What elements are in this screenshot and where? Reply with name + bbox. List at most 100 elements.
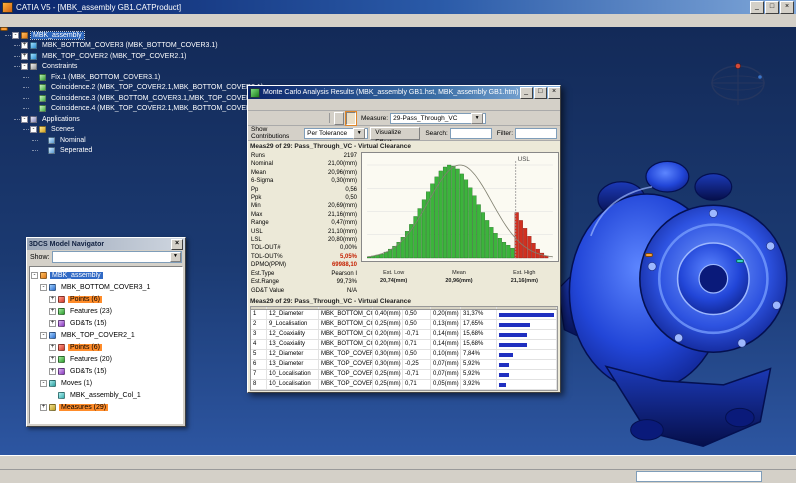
table-row[interactable]: 5 12_Diameter MBK_TOP_COVER2_ 0,30(mm) 0… — [251, 350, 557, 360]
show-mc-button[interactable] — [334, 112, 344, 125]
zoom-in-icon[interactable] — [64, 457, 77, 469]
column-header[interactable] — [461, 307, 497, 309]
column-header[interactable] — [403, 307, 431, 309]
pass-through-tag[interactable] — [736, 259, 744, 263]
dialog-close-button[interactable]: × — [548, 87, 560, 99]
tree-item[interactable]: Coincidence.4 (MBK_TOP_COVER2.1,MBK_BOTT… — [4, 104, 265, 115]
tree-expander-icon[interactable]: - — [21, 116, 28, 123]
tree-expander-icon[interactable]: - — [12, 32, 19, 39]
chevron-down-icon[interactable]: ▼ — [471, 113, 483, 124]
multi-view-icon[interactable] — [109, 457, 122, 469]
wireframe-icon[interactable] — [154, 457, 167, 469]
tree-expander-icon[interactable]: + — [40, 404, 47, 411]
table-row[interactable]: 4 13_Coaxiality MBK_BOTTOM_COVE 0,20(mm)… — [251, 340, 557, 350]
tree-item[interactable]: + MBK_BOTTOM_COVER3 (MBK_BOTTOM_COVER3.1… — [4, 41, 265, 52]
snap-icon[interactable] — [229, 457, 242, 469]
navigator-tree-item[interactable]: + Points (6) — [30, 293, 182, 305]
tree-expander-icon[interactable]: - — [40, 332, 47, 339]
view-compass[interactable] — [700, 57, 770, 112]
tree-expander-icon[interactable]: + — [49, 344, 56, 351]
fly-mode-icon[interactable] — [4, 457, 17, 469]
column-header[interactable] — [319, 307, 373, 309]
chevron-down-icon[interactable]: ▼ — [170, 252, 181, 262]
prev-doc-icon[interactable] — [4, 471, 17, 483]
navigator-tree-item[interactable]: + Points (6) — [30, 341, 182, 353]
tree-item[interactable]: Fix.1 (MBK_BOTTOM_COVER3.1) — [4, 72, 265, 83]
table-row[interactable]: 8 10_Localisation MBK_TOP_COVER2_ 0,25(m… — [251, 380, 557, 390]
tree-expander-icon[interactable]: - — [40, 380, 47, 387]
visualize-effect-button[interactable]: Visualize Effect — [370, 127, 420, 140]
grid-icon[interactable] — [259, 457, 272, 469]
nav-last-icon[interactable] — [311, 112, 325, 125]
chevron-down-icon[interactable]: ▼ — [353, 128, 365, 139]
column-header[interactable] — [431, 307, 461, 309]
rotate-icon[interactable] — [49, 457, 62, 469]
table-row[interactable]: 1 12_Diameter MBK_BOTTOM_COVE 0,40(mm) 0… — [251, 310, 557, 320]
next-doc-icon[interactable] — [19, 471, 32, 483]
nav-first-icon[interactable] — [266, 112, 280, 125]
tree-item[interactable]: + MBK_TOP_COVER2 (MBK_TOP_COVER2.1) — [4, 51, 265, 62]
navigator-tree-item[interactable]: + Measures (29) — [30, 401, 182, 413]
control-tag[interactable] — [645, 253, 653, 257]
navigator-tree-item[interactable]: MBK_assembly_Col_1 — [30, 389, 182, 401]
column-header[interactable] — [251, 307, 267, 309]
column-header[interactable] — [373, 307, 403, 309]
3d-model-pump-assembly[interactable] — [550, 122, 795, 456]
power-input-field[interactable] — [636, 471, 762, 482]
quick-view-icon[interactable] — [124, 457, 137, 469]
tree-expander-icon[interactable]: - — [40, 284, 47, 291]
table-row[interactable]: 2 9_Localisation MBK_BOTTOM_COVE 0,25(mm… — [251, 320, 557, 330]
maximize-button[interactable]: □ — [765, 1, 779, 14]
tree-expander-icon[interactable]: - — [21, 63, 28, 70]
tree-expander-icon[interactable]: + — [49, 308, 56, 315]
column-header[interactable] — [497, 307, 557, 309]
normal-view-icon[interactable] — [94, 457, 107, 469]
table-row[interactable]: 7 10_Localisation MBK_TOP_COVER2_ 0,25(m… — [251, 370, 557, 380]
pan-icon[interactable] — [34, 457, 47, 469]
navigator-tree-item[interactable]: - MBK_assembly — [30, 269, 182, 281]
filter-input[interactable] — [515, 128, 557, 139]
tree-expander-icon[interactable]: - — [31, 272, 38, 279]
tree-item[interactable]: - Scenes — [4, 125, 265, 136]
tree-expander-icon[interactable]: + — [49, 356, 56, 363]
dialog-minimize-button[interactable]: _ — [520, 87, 533, 99]
tree-expander-icon[interactable]: + — [49, 368, 56, 375]
contributions-dropdown[interactable]: Per Tolerance ▼ — [304, 128, 368, 139]
navigator-tree-item[interactable]: - Moves (1) — [30, 377, 182, 389]
tree-expander-icon[interactable]: + — [49, 296, 56, 303]
tree-item[interactable]: Seperated — [4, 146, 265, 157]
column-header[interactable] — [267, 307, 319, 309]
tree-item[interactable]: - MBK_assembly — [4, 30, 265, 41]
hide-show-icon[interactable] — [169, 457, 182, 469]
tree-item[interactable]: Coincidence.2 (MBK_TOP_COVER2.1,MBK_BOTT… — [4, 83, 265, 94]
tree-expander-icon[interactable]: + — [49, 320, 56, 327]
navigator-tree-item[interactable]: + GD&Ts (15) — [30, 317, 182, 329]
dialog-maximize-button[interactable]: □ — [534, 87, 547, 99]
zoom-out-icon[interactable] — [79, 457, 92, 469]
navigator-close-button[interactable]: × — [171, 239, 183, 250]
expand-icon[interactable] — [779, 471, 792, 483]
tree-expander-icon[interactable]: - — [30, 126, 37, 133]
measure-dropdown[interactable]: 29-Pass_Through_VC ▼ — [390, 113, 486, 124]
table-row[interactable]: 3 12_Coaxiality MBK_BOTTOM_COVE 0,20(mm)… — [251, 330, 557, 340]
shading-icon[interactable] — [139, 457, 152, 469]
graph-tree-icon[interactable] — [199, 457, 212, 469]
nav-prev-icon[interactable] — [281, 112, 295, 125]
show-filter-dropdown[interactable]: ▼ — [52, 251, 182, 263]
navigator-tree-item[interactable]: + Features (23) — [30, 305, 182, 317]
doc-icon[interactable] — [34, 471, 47, 483]
report-icon[interactable] — [251, 112, 265, 125]
show-min-button[interactable] — [346, 112, 356, 125]
navigator-tree-item[interactable]: - MBK_TOP_COVER2_1 — [30, 329, 182, 341]
tree-item[interactable]: - Applications — [4, 114, 265, 125]
tree-expander-icon[interactable]: + — [21, 42, 28, 49]
close-button[interactable]: × — [780, 1, 794, 14]
swap-space-icon[interactable] — [184, 457, 197, 469]
tree-item[interactable]: Nominal — [4, 135, 265, 146]
table-row[interactable]: 6 13_Diameter MBK_TOP_COVER2_ 0,30(mm) -… — [251, 360, 557, 370]
search-input[interactable] — [450, 128, 492, 139]
navigator-tree-item[interactable]: + GD&Ts (15) — [30, 365, 182, 377]
nav-next-icon[interactable] — [296, 112, 310, 125]
pencil-icon[interactable] — [764, 471, 777, 483]
tree-item[interactable]: - Constraints — [4, 62, 265, 73]
